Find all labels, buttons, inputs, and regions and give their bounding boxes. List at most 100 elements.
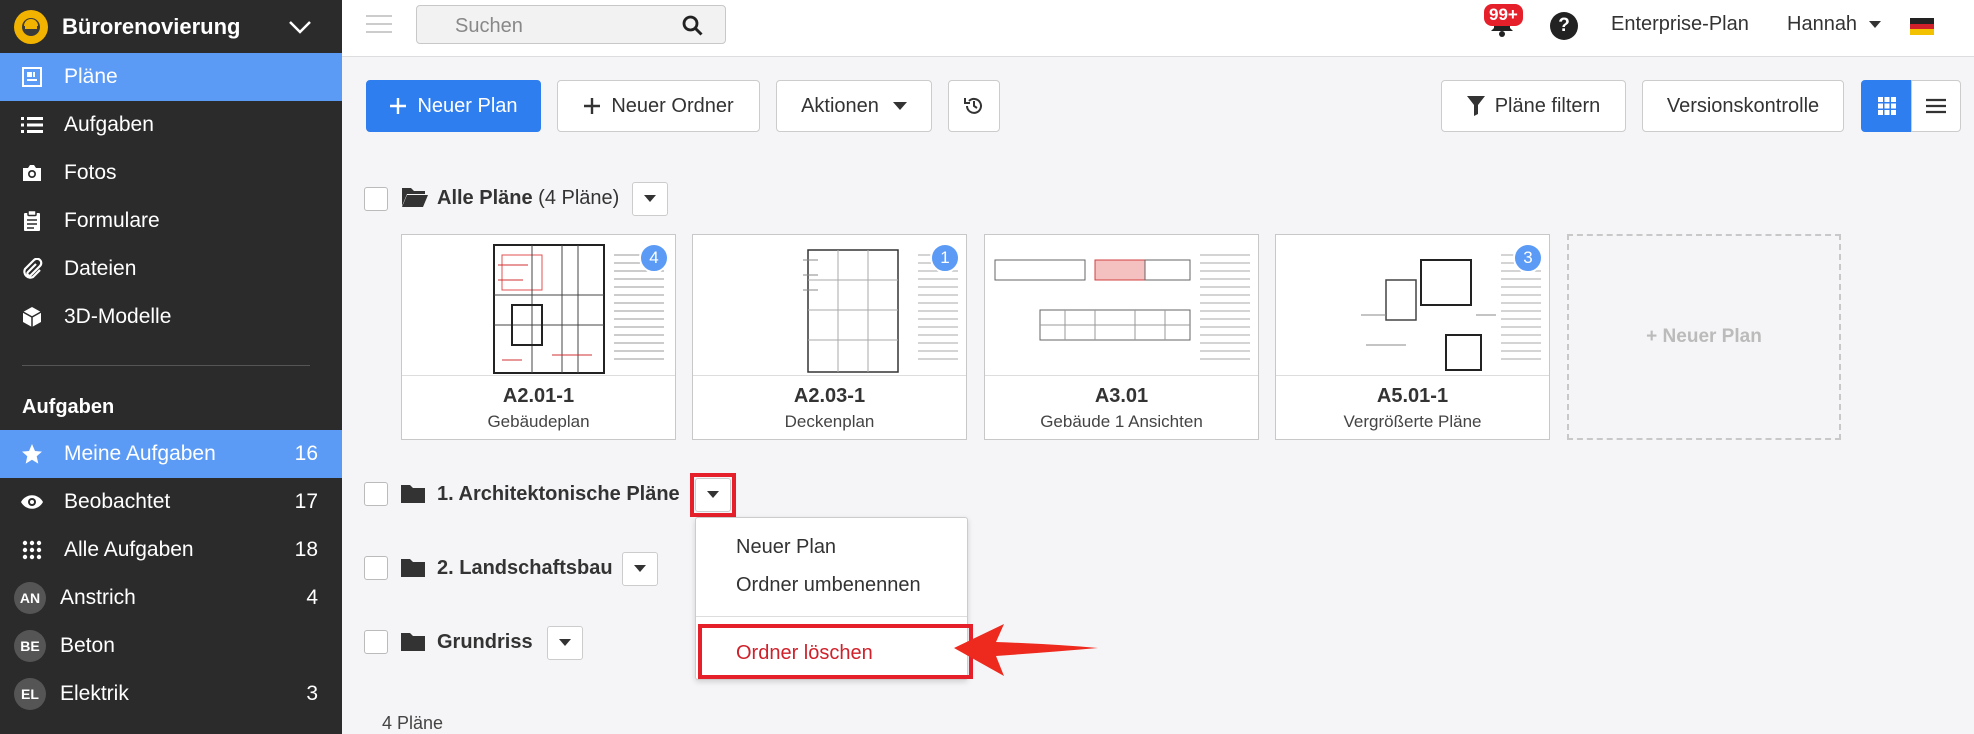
german-flag-icon[interactable] [1910, 18, 1934, 35]
sidebar-item-label: Fotos [64, 161, 117, 184]
sidebar-section-title: Aufgaben [22, 395, 115, 418]
folder-checkbox[interactable] [364, 556, 388, 580]
sidebar-item-3d-models[interactable]: 3D-Modelle [0, 293, 342, 341]
history-button[interactable] [948, 80, 1000, 132]
sidebar-item-label: Elektrik [60, 682, 129, 705]
new-folder-button[interactable]: Neuer Ordner [557, 80, 760, 132]
sidebar-item-label: 3D-Modelle [64, 305, 172, 328]
help-icon[interactable]: ? [1550, 12, 1578, 40]
sidebar-item-my-tasks[interactable]: Meine Aufgaben 16 [0, 430, 342, 478]
list-view-button[interactable] [1911, 80, 1961, 132]
task-count: 4 [306, 586, 318, 609]
actions-dropdown[interactable]: Aktionen [776, 80, 932, 132]
list-view-icon [1926, 98, 1946, 114]
search-input[interactable]: Suchen [416, 5, 726, 44]
folder-checkbox[interactable] [364, 482, 388, 506]
all-plans-title: Alle Pläne [437, 187, 533, 209]
sidebar-item-label: Aufgaben [64, 113, 154, 136]
folder-dropdown-button[interactable] [547, 626, 583, 660]
folder-icon [401, 559, 425, 577]
chevron-down-icon[interactable] [288, 20, 312, 34]
sidebar-item-photos[interactable]: Fotos [0, 149, 342, 197]
sidebar-item-forms[interactable]: Formulare [0, 197, 342, 245]
plan-name: Gebäude 1 Ansichten [1040, 412, 1203, 431]
plan-card[interactable]: 4 A2.01-1 Gebäudeplan [401, 234, 676, 440]
task-count: 17 [294, 490, 318, 513]
notification-badge: 99+ [1484, 4, 1523, 26]
caret-down-icon [644, 195, 656, 202]
new-plan-card[interactable]: + Neuer Plan [1567, 234, 1841, 440]
camera-icon [20, 161, 44, 185]
plan-count-footer: 4 Pläne [382, 713, 444, 733]
filter-plans-button[interactable]: Pläne filtern [1441, 80, 1626, 132]
sidebar-item-anstrich[interactable]: AN Anstrich 4 [0, 574, 342, 622]
folder-label: 1. Architektonische Pläne [437, 483, 680, 505]
new-plan-label: Neuer Plan [417, 94, 518, 117]
sidebar-item-label: Anstrich [60, 586, 136, 609]
all-plans-count: (4 Pläne) [538, 187, 620, 209]
sidebar-item-label: Beton [60, 634, 115, 657]
sidebar-item-elektrik[interactable]: EL Elektrik 3 [0, 670, 342, 718]
folder-checkbox[interactable] [364, 630, 388, 654]
project-header[interactable]: Bürorenovierung [0, 0, 342, 53]
sidebar-item-beton[interactable]: BE Beton [0, 622, 342, 670]
project-logo-icon [14, 9, 48, 44]
sidebar-item-label: Formulare [64, 209, 160, 232]
sidebar-item-label: Meine Aufgaben [64, 442, 216, 465]
filter-label: Pläne filtern [1494, 94, 1601, 117]
plan-name: Vergrößerte Pläne [1343, 412, 1482, 431]
hamburger-icon[interactable] [366, 14, 392, 34]
folder-icon [401, 485, 425, 503]
search-icon[interactable] [682, 15, 703, 36]
plus-icon [584, 98, 601, 114]
folder-dropdown-button[interactable] [622, 552, 658, 586]
filter-icon [1466, 96, 1485, 116]
plan-thumbnail: 1 [693, 235, 966, 376]
plan-card[interactable]: 3 A5.01-1 Vergrößerte Pläne [1275, 234, 1550, 440]
user-menu[interactable]: Hannah [1787, 13, 1881, 36]
grid-view-button[interactable] [1861, 80, 1912, 132]
grid-view-icon [1877, 97, 1896, 115]
sidebar-item-watched[interactable]: Beobachtet 17 [0, 478, 342, 526]
card-badge: 1 [930, 243, 960, 273]
folder-label: Grundriss [437, 631, 533, 653]
all-plans-label: Alle Pläne (4 Pläne) [437, 187, 619, 210]
plan-card[interactable]: A3.01 Gebäude 1 Ansichten [984, 234, 1259, 440]
menu-item-new-plan[interactable]: Neuer Plan [736, 536, 836, 559]
avatar: BE [14, 630, 46, 662]
sidebar-item-plans[interactable]: Pläne [0, 53, 342, 101]
menu-item-rename-folder[interactable]: Ordner umbenennen [736, 574, 921, 597]
search-placeholder: Suchen [455, 15, 523, 37]
caret-down-icon [892, 101, 907, 110]
cube-icon [20, 305, 44, 329]
grid-icon [20, 538, 44, 562]
list-icon [20, 113, 44, 137]
plan-thumbnail [985, 235, 1258, 376]
sidebar-item-tasks[interactable]: Aufgaben [0, 101, 342, 149]
project-title: Bürorenovierung [62, 13, 241, 39]
plan-code: A2.03-1 [793, 385, 866, 407]
sidebar-item-label: Beobachtet [64, 490, 171, 513]
plan-code: A3.01 [1094, 385, 1149, 407]
all-plans-checkbox[interactable] [364, 187, 388, 211]
new-plan-button[interactable]: Neuer Plan [366, 80, 541, 132]
menu-separator [696, 616, 967, 617]
history-icon [964, 97, 982, 114]
sidebar-item-files[interactable]: Dateien [0, 245, 342, 293]
sidebar-item-all-tasks[interactable]: Alle Aufgaben 18 [0, 526, 342, 574]
arrow-annotation-icon [954, 624, 1098, 676]
folder-icon [401, 633, 425, 651]
sidebar-divider [22, 365, 310, 366]
sidebar-item-label: Pläne [64, 65, 118, 88]
folder-label: 2. Landschaftsbau [437, 557, 613, 579]
version-control-label: Versionskontrolle [1666, 94, 1820, 117]
enterprise-plan-link[interactable]: Enterprise-Plan [1611, 13, 1749, 36]
folder-open-icon [402, 188, 428, 207]
plan-name: Gebäudeplan [487, 412, 590, 431]
highlight-box [698, 624, 973, 679]
all-plans-dropdown-button[interactable] [632, 182, 668, 216]
user-name: Hannah [1787, 13, 1858, 35]
plan-card[interactable]: 1 A2.03-1 Deckenplan [692, 234, 967, 440]
top-bar: Suchen 99+ ? Enterprise-Plan Hannah [342, 0, 1974, 57]
version-control-button[interactable]: Versionskontrolle [1642, 80, 1844, 132]
